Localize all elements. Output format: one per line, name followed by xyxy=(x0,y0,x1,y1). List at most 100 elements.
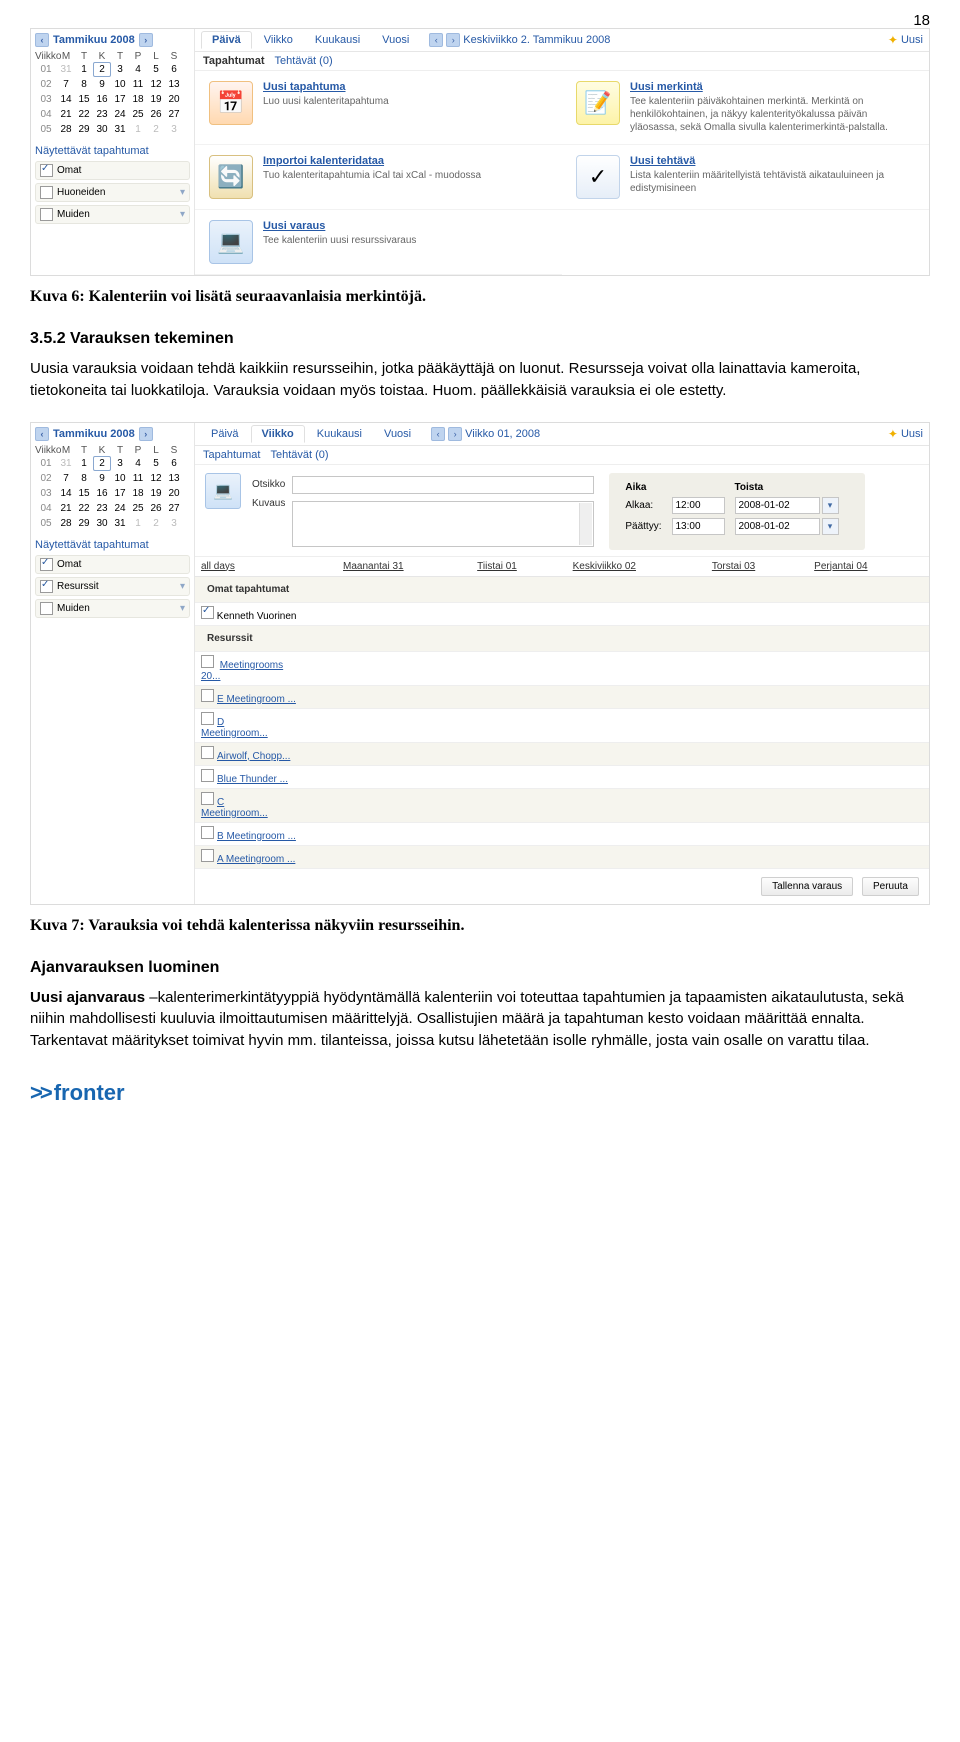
res-section: Resurssit xyxy=(201,629,923,648)
month-label: Tammikuu 2008 xyxy=(53,428,135,440)
calendar-icon: 📅 xyxy=(209,81,253,125)
prev-icon[interactable]: ‹ xyxy=(431,427,445,441)
next-month-icon[interactable]: › xyxy=(139,427,153,441)
day-header[interactable]: Keskiviikko 02 xyxy=(567,557,706,577)
day-header[interactable]: Torstai 03 xyxy=(706,557,808,577)
checkbox-icon[interactable] xyxy=(201,769,214,782)
next-month-icon[interactable]: › xyxy=(139,33,153,47)
prev-month-icon[interactable]: ‹ xyxy=(35,33,49,47)
checkbox-icon[interactable] xyxy=(201,712,214,725)
desc-textarea[interactable] xyxy=(292,501,594,547)
selected-day[interactable]: 2 xyxy=(93,62,111,77)
tab-month[interactable]: Kuukausi xyxy=(307,426,372,442)
aika-header: Aika xyxy=(621,481,665,494)
resource-row[interactable]: Airwolf, Chopp... xyxy=(195,742,337,765)
page-number: 18 xyxy=(913,12,930,29)
tab-month[interactable]: Kuukausi xyxy=(305,32,370,48)
fronter-logo: >> fronter xyxy=(30,1080,930,1106)
chevron-down-icon[interactable]: ▾ xyxy=(180,187,185,198)
sidebar-item-huoneiden[interactable]: Huoneiden▾ xyxy=(35,183,190,202)
date-display: Viikko 01, 2008 xyxy=(465,428,540,440)
all-days-header[interactable]: all days xyxy=(195,557,337,577)
note-icon: 📝 xyxy=(576,81,620,125)
next-icon[interactable]: › xyxy=(448,427,462,441)
subtab-tapahtumat[interactable]: Tapahtumat xyxy=(203,449,260,461)
checkbox-icon[interactable] xyxy=(201,849,214,862)
prev-icon[interactable]: ‹ xyxy=(429,33,443,47)
save-button[interactable]: Tallenna varaus xyxy=(761,877,853,896)
checkbox-icon[interactable] xyxy=(40,602,53,615)
cancel-button[interactable]: Peruuta xyxy=(862,877,919,896)
checkbox-icon[interactable] xyxy=(40,186,53,199)
date-display: Keskiviikko 2. Tammikuu 2008 xyxy=(463,34,610,46)
next-icon[interactable]: › xyxy=(446,33,460,47)
panel-new-note[interactable]: 📝 Uusi merkintäTee kalenteriin päiväkoht… xyxy=(562,71,929,145)
panel-import[interactable]: 🔄 Importoi kalenteridataaTuo kalenterita… xyxy=(195,145,562,210)
booking-body: Uusi ajanvaraus –kalenterimerkintätyyppi… xyxy=(30,987,930,1052)
checkbox-icon[interactable] xyxy=(40,580,53,593)
subtab-tehtavat[interactable]: Tehtävät (0) xyxy=(275,55,333,67)
start-time-input[interactable]: 12:00 xyxy=(672,497,725,514)
start-date-input[interactable]: 2008-01-02 xyxy=(735,497,820,514)
resource-row[interactable]: Blue Thunder ... xyxy=(195,765,337,788)
tab-week[interactable]: Viikko xyxy=(251,425,305,443)
day-header[interactable]: Perjantai 04 xyxy=(808,557,929,577)
end-date-input[interactable]: 2008-01-02 xyxy=(735,518,820,535)
scrollbar-thumb[interactable] xyxy=(579,506,591,522)
sidebar-item-omat[interactable]: Omat xyxy=(35,161,190,180)
dropdown-icon[interactable]: ▾ xyxy=(822,518,839,535)
chevron-down-icon[interactable]: ▾ xyxy=(180,581,185,592)
laptop-icon: 💻 xyxy=(205,473,241,509)
title-input[interactable] xyxy=(292,476,594,494)
tab-week[interactable]: Viikko xyxy=(254,32,303,48)
checkbox-icon[interactable] xyxy=(201,746,214,759)
checkbox-icon[interactable] xyxy=(201,792,214,805)
tab-day[interactable]: Päivä xyxy=(201,426,249,442)
figure-7: ‹ Tammikuu 2008 › ViikkoMTKTPLS 01311234… xyxy=(30,422,930,905)
res-group[interactable]: Meetingrooms20... xyxy=(195,651,337,685)
checkbox-icon[interactable] xyxy=(40,208,53,221)
fig7-sidebar: ‹ Tammikuu 2008 › ViikkoMTKTPLS 01311234… xyxy=(31,423,195,904)
day-header[interactable]: Maanantai 31 xyxy=(337,557,471,577)
checkbox-icon[interactable] xyxy=(201,826,214,839)
checkbox-icon[interactable] xyxy=(201,606,214,619)
star-icon: ✦ xyxy=(888,427,898,441)
resource-row[interactable]: B Meetingroom ... xyxy=(195,822,337,845)
panel-new-task[interactable]: ✓ Uusi tehtäväLista kalenteriin määritel… xyxy=(562,145,929,210)
resource-row[interactable]: E Meetingroom ... xyxy=(195,685,337,708)
sidebar-item-resurssit[interactable]: Resurssit▾ xyxy=(35,577,190,596)
tab-year[interactable]: Vuosi xyxy=(372,32,419,48)
resource-row[interactable]: A Meetingroom ... xyxy=(195,845,337,868)
panel-new-booking[interactable]: 💻 Uusi varausTee kalenteriin uusi resurs… xyxy=(195,210,562,275)
prev-month-icon[interactable]: ‹ xyxy=(35,427,49,441)
resource-row[interactable]: CMeetingroom... xyxy=(195,788,337,822)
checkbox-icon[interactable] xyxy=(201,655,214,668)
sidebar-item-muiden[interactable]: Muiden▾ xyxy=(35,205,190,224)
start-label: Alkaa: xyxy=(621,496,665,515)
subtab-tehtavat[interactable]: Tehtävät (0) xyxy=(270,449,328,461)
tab-day[interactable]: Päivä xyxy=(201,31,252,49)
end-time-input[interactable]: 13:00 xyxy=(672,518,725,535)
tab-year[interactable]: Vuosi xyxy=(374,426,421,442)
new-button[interactable]: ✦Uusi xyxy=(888,33,923,47)
own-section: Omat tapahtumat xyxy=(201,580,923,599)
task-icon: ✓ xyxy=(576,155,620,199)
dropdown-icon[interactable]: ▾ xyxy=(822,497,839,514)
sync-icon: 🔄 xyxy=(209,155,253,199)
day-header[interactable]: Tiistai 01 xyxy=(471,557,566,577)
resource-row[interactable]: DMeetingroom... xyxy=(195,708,337,742)
checkbox-icon[interactable] xyxy=(40,558,53,571)
figure-7-caption: Kuva 7: Varauksia voi tehdä kalenterissa… xyxy=(30,917,930,935)
subtab-tapahtumat[interactable]: Tapahtumat xyxy=(203,55,265,67)
section-352-heading: 3.5.2 Varauksen tekeminen xyxy=(30,330,930,348)
own-item[interactable]: Kenneth Vuorinen xyxy=(195,602,337,625)
checkbox-icon[interactable] xyxy=(201,689,214,702)
chevron-down-icon[interactable]: ▾ xyxy=(180,209,185,220)
sidebar-item-omat[interactable]: Omat xyxy=(35,555,190,574)
sidebar-item-muiden[interactable]: Muiden▾ xyxy=(35,599,190,618)
panel-new-event[interactable]: 📅 Uusi tapahtumaLuo uusi kalenteritapaht… xyxy=(195,71,562,145)
chevron-down-icon[interactable]: ▾ xyxy=(180,603,185,614)
figure-6: ‹ Tammikuu 2008 › Viikko M T K T P L S 0… xyxy=(30,28,930,276)
new-button[interactable]: ✦Uusi xyxy=(888,427,923,441)
checkbox-icon[interactable] xyxy=(40,164,53,177)
